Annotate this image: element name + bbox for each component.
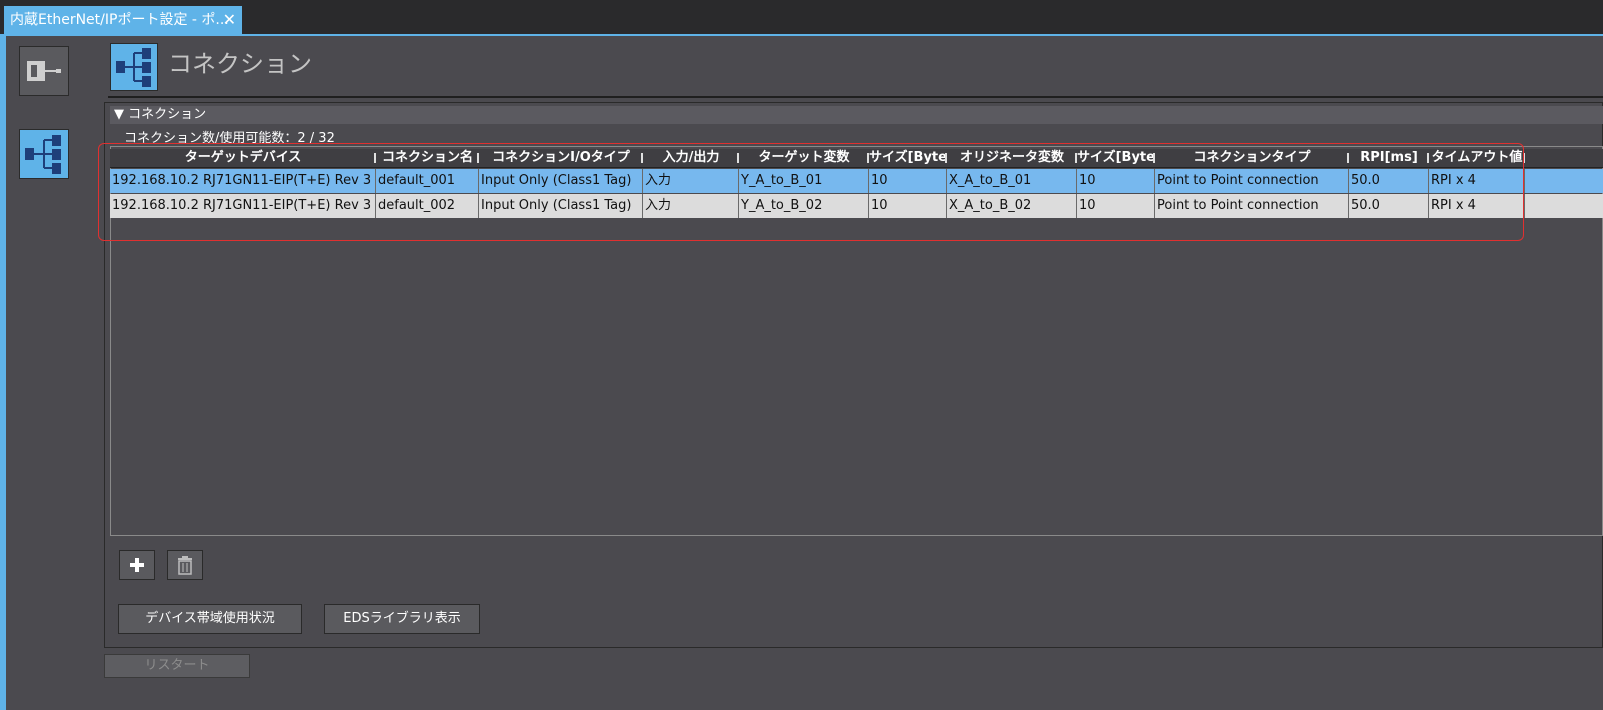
col-target-variable[interactable]: ターゲット変数: [739, 149, 869, 167]
cell-originator-variable[interactable]: X_A_to_B_02: [947, 194, 1077, 218]
col-input-output[interactable]: 入力/出力: [643, 149, 739, 167]
table-row[interactable]: 192.168.10.2 RJ71GN11-EIP(T+E) Rev 3 def…: [110, 194, 1603, 218]
trash-icon: [178, 556, 192, 575]
delete-connection-button[interactable]: [167, 550, 203, 580]
cell-target-variable[interactable]: Y_A_to_B_02: [739, 194, 869, 218]
port-icon: [27, 61, 61, 81]
page-title: コネクション: [168, 50, 312, 78]
cell-target-device[interactable]: 192.168.10.2 RJ71GN11-EIP(T+E) Rev 3: [110, 194, 376, 218]
cell-originator-size[interactable]: 10: [1077, 194, 1155, 218]
restart-button[interactable]: リスタート: [104, 654, 250, 678]
cell-originator-variable[interactable]: X_A_to_B_01: [947, 169, 1077, 193]
device-bandwidth-button[interactable]: デバイス帯域使用状況: [118, 604, 302, 634]
workspace: コネクション ▼ コネクション コネクション数/使用可能数：2 / 32 ターゲ…: [6, 36, 1603, 710]
sidebar-connection-button[interactable]: [19, 129, 69, 179]
col-timeout[interactable]: タイムアウト値: [1429, 149, 1525, 167]
connection-tree-icon: [25, 135, 61, 174]
col-originator-size[interactable]: サイズ[Byte]: [1077, 149, 1155, 167]
col-rpi[interactable]: RPI[ms]: [1349, 149, 1429, 167]
tab-ethernet-ip-settings[interactable]: 内蔵EtherNet/IPポート設定 - ポ... ✕: [4, 6, 242, 34]
cell-connection-type[interactable]: Point to Point connection: [1155, 194, 1349, 218]
cell-input-output[interactable]: 入力: [643, 169, 739, 193]
cell-connection-name[interactable]: default_002: [376, 194, 479, 218]
col-connection-name[interactable]: コネクション名: [376, 149, 479, 167]
connection-count-label: コネクション数/使用可能数：2 / 32: [124, 131, 335, 146]
cell-input-output[interactable]: 入力: [643, 194, 739, 218]
eds-library-button[interactable]: EDSライブラリ表示: [324, 604, 480, 634]
cell-target-variable[interactable]: Y_A_to_B_01: [739, 169, 869, 193]
cell-originator-size[interactable]: 10: [1077, 169, 1155, 193]
plus-icon: [130, 558, 144, 572]
cell-io-type[interactable]: Input Only (Class1 Tag): [479, 194, 643, 218]
connection-header-icon: [110, 43, 158, 91]
col-connection-type[interactable]: コネクションタイプ: [1155, 149, 1349, 167]
section-header[interactable]: ▼ コネクション: [110, 106, 1603, 124]
close-icon[interactable]: ✕: [223, 6, 236, 34]
tab-label: 内蔵EtherNet/IPポート設定 - ポ...: [10, 12, 229, 28]
cell-target-device[interactable]: 192.168.10.2 RJ71GN11-EIP(T+E) Rev 3: [110, 169, 376, 193]
title-bar: 内蔵EtherNet/IPポート設定 - ポ... ✕: [0, 0, 1603, 34]
cell-timeout[interactable]: RPI x 4: [1429, 194, 1525, 218]
add-connection-button[interactable]: [119, 550, 155, 580]
cell-target-size[interactable]: 10: [869, 194, 947, 218]
table-row[interactable]: 192.168.10.2 RJ71GN11-EIP(T+E) Rev 3 def…: [110, 169, 1603, 193]
table-header: ターゲットデバイス コネクション名 コネクションI/Oタイプ 入力/出力 ターゲ…: [110, 149, 1603, 168]
sidebar-port-button[interactable]: [19, 46, 69, 96]
cell-io-type[interactable]: Input Only (Class1 Tag): [479, 169, 643, 193]
cell-target-size[interactable]: 10: [869, 169, 947, 193]
col-io-type[interactable]: コネクションI/Oタイプ: [479, 149, 643, 167]
cell-timeout[interactable]: RPI x 4: [1429, 169, 1525, 193]
col-originator-variable[interactable]: オリジネータ変数: [947, 149, 1077, 167]
cell-connection-name[interactable]: default_001: [376, 169, 479, 193]
cell-rpi[interactable]: 50.0: [1349, 169, 1429, 193]
cell-rpi[interactable]: 50.0: [1349, 194, 1429, 218]
col-target-device[interactable]: ターゲットデバイス: [110, 149, 376, 167]
cell-connection-type[interactable]: Point to Point connection: [1155, 169, 1349, 193]
header-divider: [108, 96, 1603, 98]
col-target-size[interactable]: サイズ[Byte]: [869, 149, 947, 167]
